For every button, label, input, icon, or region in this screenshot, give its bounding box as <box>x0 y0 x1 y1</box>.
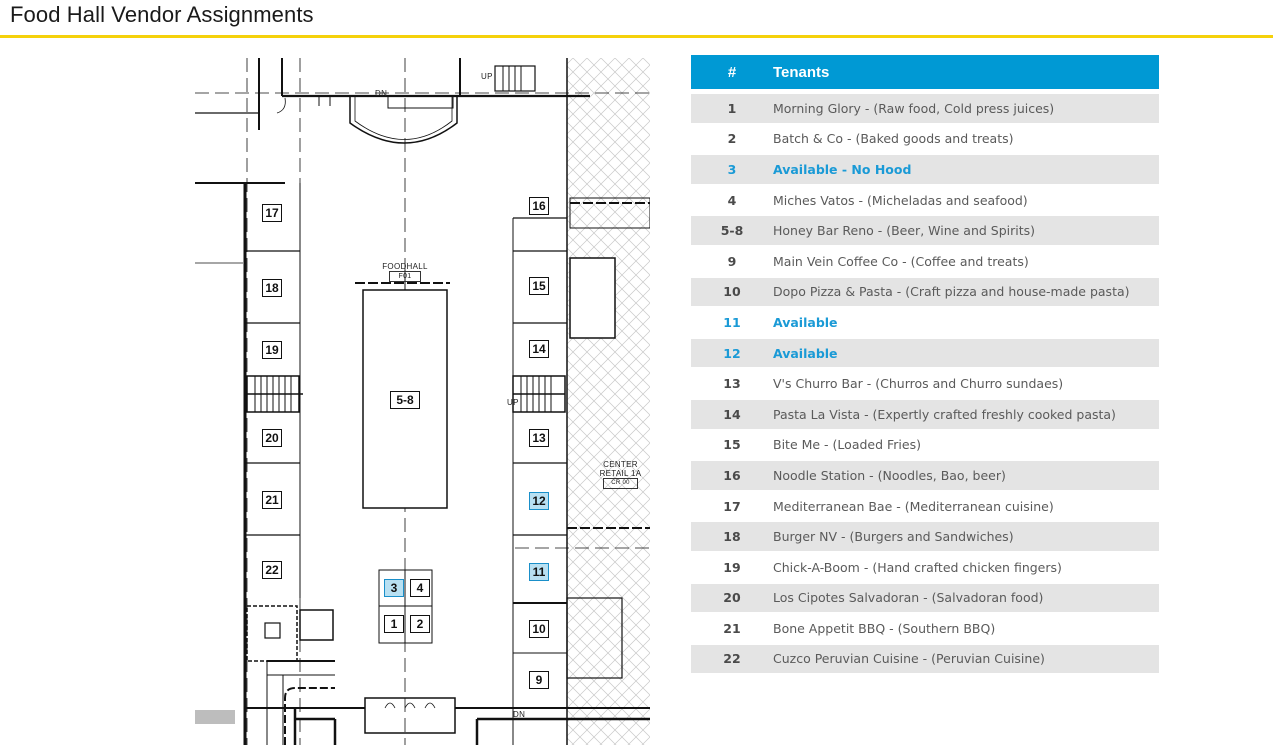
title-divider <box>0 35 1273 38</box>
row-tenant: V's Churro Bar - (Churros and Churro sun… <box>773 367 1159 399</box>
table-row: 11 Available <box>691 306 1159 338</box>
row-tenant: Morning Glory - (Raw food, Cold press ju… <box>773 92 1159 124</box>
table-row: 21 Bone Appetit BBQ - (Southern BBQ) <box>691 612 1159 644</box>
header-number: # <box>691 55 773 89</box>
foodhall-label: FOODHALL F01 <box>377 262 433 282</box>
table-row: 22 Cuzco Peruvian Cuisine - (Peruvian Cui… <box>691 642 1159 674</box>
row-tenant: Chick-A-Boom - (Hand crafted chicken fin… <box>773 550 1159 583</box>
dn-label-top: DN <box>375 89 388 98</box>
stall-16[interactable]: 16 <box>529 197 549 215</box>
row-number: 16 <box>691 459 773 491</box>
stall-13[interactable]: 13 <box>529 429 549 447</box>
stall-5-8[interactable]: 5-8 <box>390 391 420 409</box>
stall-10[interactable]: 10 <box>529 620 549 638</box>
stall-1[interactable]: 1 <box>384 615 404 633</box>
floor-plan-drawing <box>195 58 650 745</box>
row-number: 17 <box>691 489 773 522</box>
table-row: 13 V's Churro Bar - (Churros and Churro s… <box>691 367 1159 399</box>
row-number: 4 <box>691 183 773 216</box>
row-number: 18 <box>691 520 773 552</box>
stall-15[interactable]: 15 <box>529 277 549 295</box>
row-number: 22 <box>691 642 773 674</box>
row-tenant: Main Vein Coffee Co - (Coffee and treats… <box>773 244 1159 277</box>
up-label-right: UP <box>507 398 519 407</box>
table-row: 16 Noodle Station - (Noodles, Bao, beer) <box>691 459 1159 491</box>
row-number: 2 <box>691 122 773 155</box>
stall-20[interactable]: 20 <box>262 429 282 447</box>
row-tenant: Cuzco Peruvian Cuisine - (Peruvian Cuisi… <box>773 642 1159 674</box>
floor-plan: FOODHALL F01 CENTER RETAIL 1A CR 00 UP D… <box>195 58 650 745</box>
table-row: 17 Mediterranean Bae - (Mediterranean cui… <box>691 489 1159 522</box>
center-retail-text: CENTER <box>603 460 638 469</box>
tenant-table: # Tenants 1 Morning Glory - (Raw food, Co… <box>691 55 1159 674</box>
table-row: 12 Available <box>691 336 1159 369</box>
row-number: 21 <box>691 612 773 644</box>
table-row: 15 Bite Me - (Loaded Fries) <box>691 428 1159 461</box>
stall-18[interactable]: 18 <box>262 279 282 297</box>
row-tenant: Los Cipotes Salvadoran - (Salvadoran foo… <box>773 581 1159 614</box>
row-tenant: Available - No Hood <box>773 153 1159 185</box>
stall-2[interactable]: 2 <box>410 615 430 633</box>
header-tenants: Tenants <box>773 55 1159 89</box>
stall-14[interactable]: 14 <box>529 340 549 358</box>
stall-3[interactable]: 3 <box>384 579 404 597</box>
row-tenant: Bite Me - (Loaded Fries) <box>773 428 1159 461</box>
stall-9[interactable]: 9 <box>529 671 549 689</box>
table-row: 9 Main Vein Coffee Co - (Coffee and treat… <box>691 244 1159 277</box>
foodhall-text: FOODHALL <box>382 262 428 271</box>
row-number: 1 <box>691 92 773 124</box>
table-row: 1 Morning Glory - (Raw food, Cold press j… <box>691 92 1159 124</box>
stall-4[interactable]: 4 <box>410 579 430 597</box>
hatched-area-right <box>567 58 650 745</box>
page-title: Food Hall Vendor Assignments <box>10 2 314 27</box>
foodhall-code: F01 <box>389 271 421 282</box>
row-tenant: Available <box>773 336 1159 369</box>
row-tenant: Available <box>773 306 1159 338</box>
stall-11[interactable]: 11 <box>529 563 549 581</box>
row-tenant: Dopo Pizza & Pasta - (Craft pizza and ho… <box>773 275 1159 308</box>
row-number: 5-8 <box>691 214 773 246</box>
table-row: 18 Burger NV - (Burgers and Sandwiches) <box>691 520 1159 552</box>
row-number: 10 <box>691 275 773 308</box>
stall-12[interactable]: 12 <box>529 492 549 510</box>
up-label: UP <box>481 72 493 81</box>
table-row: 20 Los Cipotes Salvadoran - (Salvadoran f… <box>691 581 1159 614</box>
table-row: 19 Chick-A-Boom - (Hand crafted chicken f… <box>691 550 1159 583</box>
row-number: 15 <box>691 428 773 461</box>
row-tenant: Pasta La Vista - (Expertly crafted fresh… <box>773 397 1159 430</box>
row-number: 19 <box>691 550 773 583</box>
table-row: 3 Available - No Hood <box>691 153 1159 185</box>
row-tenant: Noodle Station - (Noodles, Bao, beer) <box>773 459 1159 491</box>
table-row: 14 Pasta La Vista - (Expertly crafted fre… <box>691 397 1159 430</box>
table-header-row: # Tenants <box>691 55 1159 89</box>
row-tenant: Burger NV - (Burgers and Sandwiches) <box>773 520 1159 552</box>
tenant-rows: 1 Morning Glory - (Raw food, Cold press j… <box>691 89 1159 674</box>
row-tenant: Mediterranean Bae - (Mediterranean cuisi… <box>773 489 1159 522</box>
stall-19[interactable]: 19 <box>262 341 282 359</box>
row-number: 14 <box>691 397 773 430</box>
row-number: 12 <box>691 336 773 369</box>
table-row: 2 Batch & Co - (Baked goods and treats) <box>691 122 1159 155</box>
row-number: 20 <box>691 581 773 614</box>
row-number: 3 <box>691 153 773 185</box>
dn-label-bottom: DN <box>513 710 526 719</box>
center-retail-code: CR 00 <box>603 478 638 489</box>
stall-17[interactable]: 17 <box>262 204 282 222</box>
center-retail-label: CENTER RETAIL 1A CR 00 <box>593 460 648 489</box>
row-number: 11 <box>691 306 773 338</box>
stall-21[interactable]: 21 <box>262 491 282 509</box>
row-tenant: Bone Appetit BBQ - (Southern BBQ) <box>773 612 1159 644</box>
row-number: 9 <box>691 244 773 277</box>
stall-22[interactable]: 22 <box>262 561 282 579</box>
table-row: 5-8 Honey Bar Reno - (Beer, Wine and Spir… <box>691 214 1159 246</box>
row-tenant: Miches Vatos - (Micheladas and seafood) <box>773 183 1159 216</box>
table-row: 10 Dopo Pizza & Pasta - (Craft pizza and … <box>691 275 1159 308</box>
table-row: 4 Miches Vatos - (Micheladas and seafood) <box>691 183 1159 216</box>
center-retail-text-2: RETAIL 1A <box>599 469 642 478</box>
row-number: 13 <box>691 367 773 399</box>
row-tenant: Batch & Co - (Baked goods and treats) <box>773 122 1159 155</box>
row-tenant: Honey Bar Reno - (Beer, Wine and Spirits… <box>773 214 1159 246</box>
